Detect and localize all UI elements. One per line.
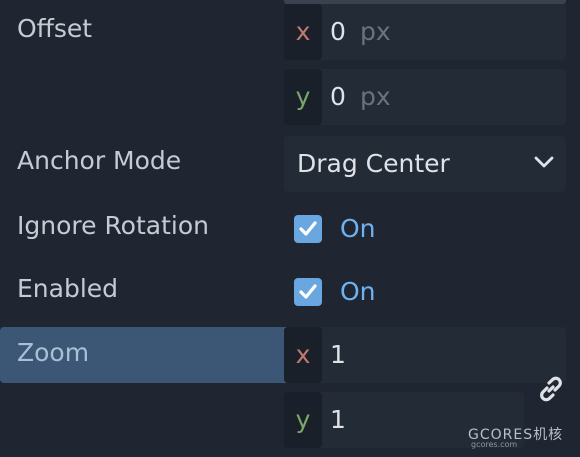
enabled-toggle[interactable]: On	[284, 263, 566, 319]
offset-x-field[interactable]: x 0 px	[284, 4, 566, 60]
anchor-mode-selected: Drag Center	[297, 149, 450, 178]
ignore-rotation-toggle[interactable]: On	[284, 200, 566, 256]
enabled-state: On	[340, 277, 376, 306]
chevron-down-icon	[534, 156, 554, 168]
offset-x-value: 0	[330, 17, 346, 46]
zoom-label: Zoom	[17, 338, 90, 367]
link-icon[interactable]	[536, 374, 566, 404]
offset-y-field[interactable]: y 0 px	[284, 69, 566, 125]
offset-label: Offset	[17, 14, 93, 43]
offset-x-unit: px	[360, 17, 391, 46]
ignore-rotation-state: On	[340, 214, 376, 243]
enabled-checkbox[interactable]	[294, 278, 322, 306]
anchor-mode-label: Anchor Mode	[17, 146, 182, 175]
ignore-rotation-checkbox[interactable]	[294, 215, 322, 243]
offset-y-axis-label: y	[284, 69, 322, 125]
offset-y-unit: px	[360, 82, 391, 111]
enabled-label: Enabled	[17, 274, 119, 303]
checkmark-icon	[299, 284, 317, 299]
anchor-mode-dropdown[interactable]: Drag Center	[284, 136, 566, 192]
zoom-x-axis-label: x	[284, 327, 322, 383]
offset-y-value: 0	[330, 82, 346, 111]
zoom-x-value: 1	[330, 340, 346, 369]
ignore-rotation-label: Ignore Rotation	[17, 211, 209, 240]
offset-x-axis-label: x	[284, 4, 322, 60]
zoom-y-value: 1	[330, 405, 346, 434]
watermark-url: gcores.com	[471, 440, 518, 449]
zoom-y-axis-label: y	[284, 392, 322, 448]
checkmark-icon	[299, 221, 317, 236]
zoom-x-field[interactable]: x 1	[284, 327, 566, 383]
